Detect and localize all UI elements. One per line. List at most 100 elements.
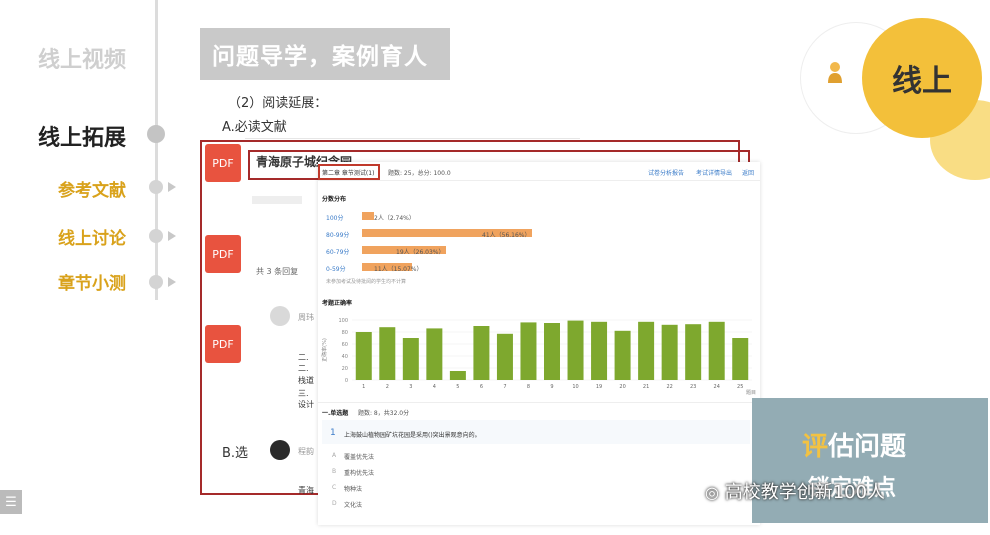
option-key: B	[332, 468, 337, 475]
overlay-title-accent: 评	[802, 432, 829, 462]
exam-report-panel: 第二章 章节测试(1) 题数: 25，总分: 100.0 试卷分析报告 考试详情…	[318, 162, 760, 525]
nav-chapter-quiz[interactable]: 章节小测	[58, 269, 126, 294]
blurred-text	[252, 196, 302, 204]
accuracy-bar	[355, 332, 372, 380]
x-tick-label: 22	[666, 384, 672, 390]
tab-highlight-frame	[318, 164, 380, 180]
x-tick-label: 1	[362, 384, 365, 390]
page-title: 问题导学，案例育人	[200, 28, 450, 80]
x-tick-label: 10	[572, 384, 578, 390]
nav-references[interactable]: 参考文献	[58, 176, 126, 201]
x-axis-label: 题目	[746, 390, 756, 396]
y-tick-label: 20	[342, 366, 348, 372]
comment-user: 程韵	[298, 447, 314, 456]
comment-user: 周玮	[298, 313, 314, 322]
accuracy-bar	[638, 321, 655, 380]
optional-heading: B.选	[222, 446, 249, 461]
y-axis-label: 正确率(%)	[321, 338, 328, 362]
accuracy-bar	[591, 321, 608, 380]
score-note: 未参加考试及待批阅的学生均不计算	[326, 279, 407, 285]
wechat-icon: ◎	[705, 483, 719, 502]
y-tick-label: 40	[342, 354, 348, 360]
score-count-label: 11人（15.07%）	[374, 266, 423, 273]
accuracy-bar	[402, 338, 419, 380]
y-tick-label: 100	[338, 318, 348, 324]
timeline-dot	[149, 275, 163, 289]
accuracy-bar	[732, 338, 749, 380]
accuracy-bar	[520, 322, 537, 380]
overlay-title-rest: 估问题	[828, 432, 907, 462]
question-text: 上海鼓山植物园矿坑花园是采用()突出景观意向的。	[344, 432, 481, 439]
x-tick-label: 23	[690, 384, 696, 390]
accuracy-bar	[685, 324, 702, 380]
arrow-right-icon	[168, 277, 176, 287]
score-count-label: 19人（26.03%）	[396, 249, 445, 256]
score-range-label: 0-59分	[326, 266, 346, 273]
pdf-icon[interactable]: PDF	[205, 325, 241, 363]
comment-text: 栈道	[298, 376, 314, 385]
pdf-icon[interactable]: PDF	[205, 144, 241, 182]
x-tick-label: 19	[596, 384, 602, 390]
score-range-label: 100分	[326, 215, 344, 222]
accuracy-section-title: 考题正确率	[322, 300, 353, 307]
score-section-title: 分数分布	[322, 196, 347, 203]
report-tab-meta: 题数: 25，总分: 100.0	[388, 170, 451, 177]
option-text: 覆盖优先法	[344, 454, 375, 461]
divider	[318, 180, 760, 181]
link-export[interactable]: 考试详情导出	[696, 168, 732, 177]
comment-count: 共 3 条回复	[256, 267, 299, 276]
overlay-title: 评估问题	[802, 426, 906, 463]
nav-online-extension[interactable]: 线上拓展	[38, 120, 126, 152]
x-tick-label: 6	[480, 384, 483, 390]
nav-online-discussion[interactable]: 线上讨论	[58, 224, 126, 249]
x-tick-label: 5	[456, 384, 459, 390]
x-tick-label: 24	[714, 384, 720, 390]
online-badge-label: 线上	[892, 64, 952, 99]
avatar	[270, 440, 290, 460]
x-tick-label: 20	[619, 384, 625, 390]
reading-heading: （2）阅读延展：	[228, 96, 328, 111]
option-key: A	[332, 452, 337, 459]
accuracy-chart: 020406080100正确率(%)1 2 3 4 5 6 7 8 9 10 19 20 21 22 23 2…	[321, 318, 756, 396]
link-analysis[interactable]: 试卷分析报告	[648, 168, 684, 177]
pdf-icon[interactable]: PDF	[205, 235, 241, 273]
x-tick-label: 3	[409, 384, 412, 390]
online-badge: 线上	[862, 18, 982, 138]
x-tick-label: 8	[527, 384, 530, 390]
timeline-line	[155, 0, 158, 300]
option-text: 物种法	[344, 486, 363, 493]
score-range-label: 80-99分	[326, 232, 350, 239]
x-tick-label: 25	[737, 384, 743, 390]
timeline-dot	[149, 229, 163, 243]
score-bar	[362, 212, 374, 220]
accuracy-bar	[708, 321, 725, 380]
y-tick-label: 60	[342, 342, 348, 348]
accuracy-bar	[661, 324, 678, 380]
x-tick-label: 2	[386, 384, 389, 390]
x-tick-label: 4	[433, 384, 436, 390]
menu-icon[interactable]: ☰	[0, 490, 22, 514]
accuracy-bar	[426, 328, 443, 380]
option-key: C	[332, 484, 337, 491]
nav-online-video[interactable]: 线上视频	[38, 42, 126, 74]
timeline-dot	[149, 180, 163, 194]
score-range-label: 60-79分	[326, 249, 350, 256]
comment-text: 二.	[298, 364, 309, 373]
watermark: ◎ 高校教学创新100人	[705, 478, 885, 504]
score-count-label: 2人（2.74%）	[374, 215, 415, 222]
accuracy-bar	[544, 323, 560, 380]
accuracy-bar	[496, 333, 513, 380]
comment-text: 二.	[298, 353, 309, 362]
accuracy-bar	[449, 371, 466, 380]
x-tick-label: 21	[643, 384, 649, 390]
comment-text: 三.	[298, 389, 309, 398]
link-back[interactable]: 返回	[742, 168, 754, 177]
option-text: 重构优先法	[344, 470, 375, 477]
y-tick-label: 0	[345, 378, 348, 384]
accuracy-bar	[567, 320, 584, 380]
comment-text: 设计	[298, 400, 314, 409]
accuracy-bar	[379, 327, 396, 380]
evaluate-overlay: 评估问题 锁定难点	[752, 398, 988, 523]
single-choice-title: 一.单选题	[322, 410, 349, 417]
divider	[245, 138, 580, 139]
